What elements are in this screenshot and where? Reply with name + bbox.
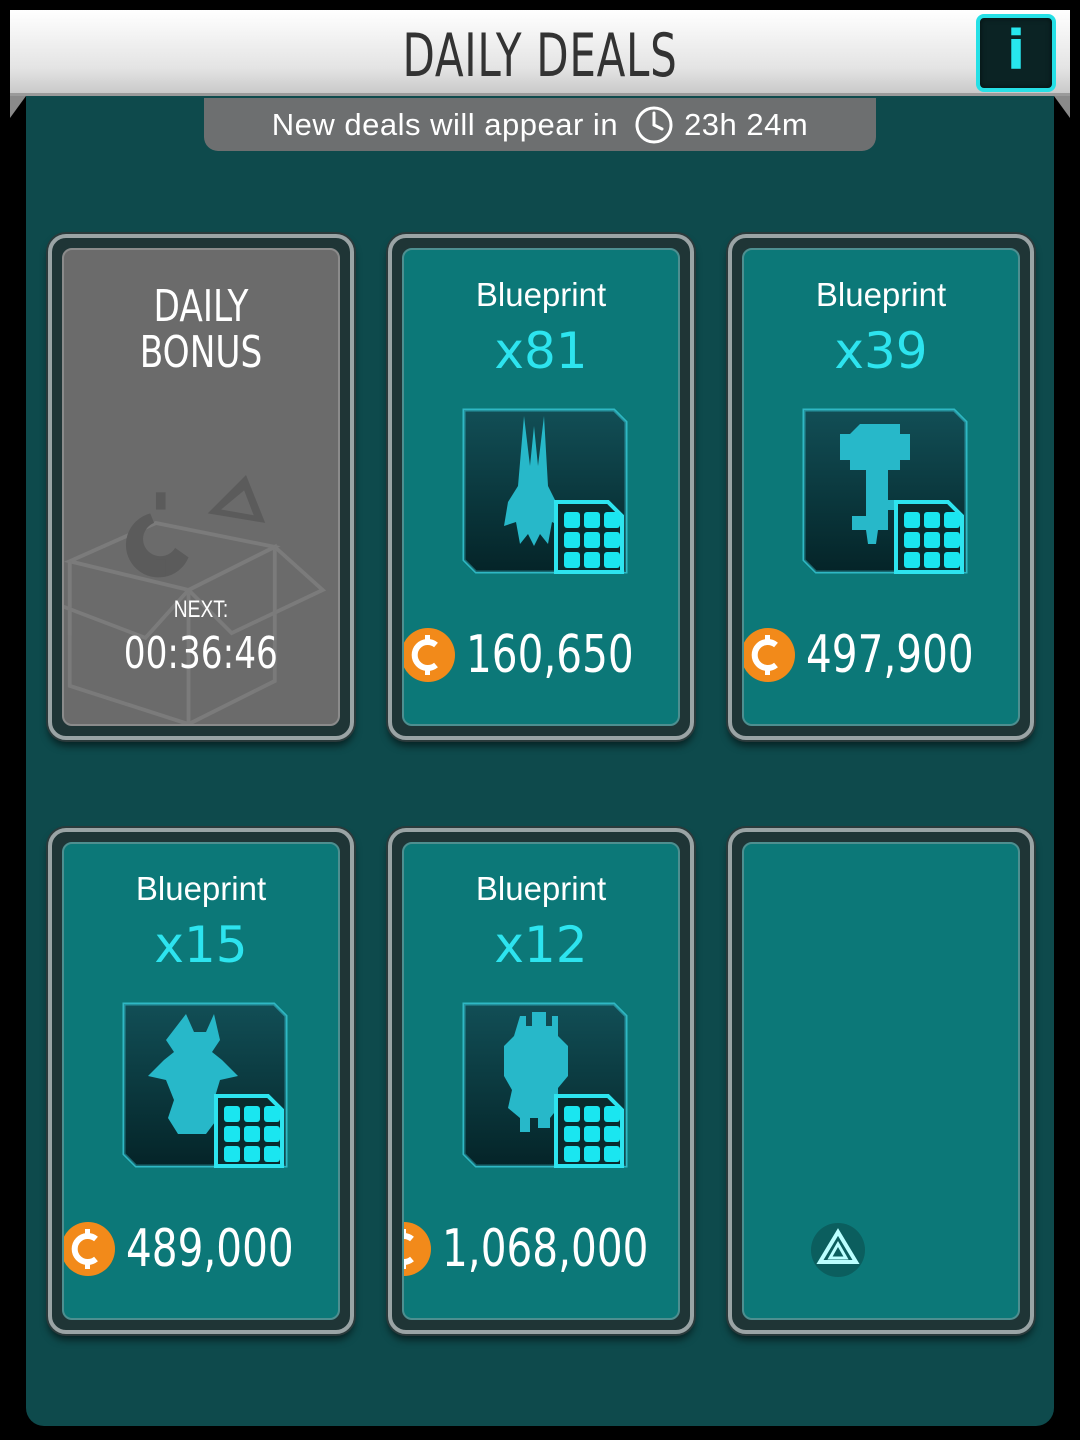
deal-card[interactable]: Blueprint x39 497,900: [728, 234, 1034, 740]
daily-bonus-countdown: 00:36:46: [123, 628, 279, 679]
blueprint-grid-icon: [554, 1094, 624, 1168]
deal-card[interactable]: Blueprint x15 489,000: [48, 828, 354, 1334]
page-title: DAILY DEALS: [402, 21, 678, 91]
deal-quantity: x39: [834, 322, 928, 380]
daily-bonus-card[interactable]: DAILY BONUS NEXT: 00:36:46: [48, 234, 354, 740]
clock-icon: [635, 106, 673, 143]
empty-deal-slot: [728, 828, 1034, 1334]
blueprint-icon: [122, 1002, 288, 1168]
daily-bonus-title: DAILY BONUS: [64, 284, 338, 376]
deal-card-inner: Blueprint x12 1,068,000: [402, 842, 680, 1320]
deal-card[interactable]: Blueprint x81 160,650: [388, 234, 694, 740]
blueprint-grid-icon: [214, 1094, 284, 1168]
blueprint-icon: [462, 408, 628, 574]
empty-deal-slot-inner: [742, 842, 1020, 1320]
blueprint-grid-icon: [554, 500, 624, 574]
deal-price-value: 489,000: [126, 1219, 295, 1279]
deal-quantity: x12: [494, 916, 588, 974]
header-corner-left: [10, 96, 26, 118]
deal-item-label: Blueprint: [475, 276, 607, 313]
credits-coin-icon: [404, 1222, 431, 1276]
deal-price-value: 497,900: [806, 625, 975, 685]
deal-card-inner: Blueprint x15 489,000: [62, 842, 340, 1320]
deal-price-value: 1,068,000: [441, 1219, 649, 1279]
refresh-timer-bar: New deals will appear in 23h 24m: [204, 98, 876, 151]
deal-price: 160,650: [404, 624, 678, 686]
header-corner-right: [1054, 96, 1070, 118]
deal-item-label: Blueprint: [815, 276, 947, 313]
daily-bonus-title-line1: DAILY: [153, 281, 249, 332]
deal-card-inner: Blueprint x39 497,900: [742, 248, 1020, 726]
credits-coin-icon: [744, 628, 796, 682]
header-bar: DAILY DEALS: [10, 10, 1070, 96]
deal-price: 497,900: [744, 624, 1018, 686]
refresh-timer-remaining: 23h 24m: [684, 106, 809, 142]
deal-quantity: x81: [494, 322, 588, 380]
gift-box-icon: [64, 475, 327, 724]
blueprint-icon: [462, 1002, 628, 1168]
credits-coin-icon: [64, 1222, 116, 1276]
deal-item-label: Blueprint: [475, 870, 607, 907]
deal-price: 489,000: [64, 1218, 338, 1280]
deal-price: 1,068,000: [404, 1218, 678, 1280]
deal-item-label: Blueprint: [135, 870, 267, 907]
deal-quantity: x15: [154, 916, 248, 974]
daily-bonus-next-label: NEXT:: [173, 596, 229, 623]
daily-bonus-title-line2: BONUS: [139, 327, 263, 378]
blueprint-icon: [802, 408, 968, 574]
triangle-logo-icon: [811, 1223, 865, 1277]
daily-bonus-card-inner: DAILY BONUS NEXT: 00:36:46: [62, 248, 340, 726]
info-button[interactable]: i: [976, 14, 1056, 92]
deal-price-value: 160,650: [466, 625, 635, 685]
deal-card[interactable]: Blueprint x12 1,068,000: [388, 828, 694, 1334]
blueprint-grid-icon: [894, 500, 964, 574]
refresh-timer-text: New deals will appear in: [271, 106, 619, 142]
deal-card-inner: Blueprint x81 160,650: [402, 248, 680, 726]
credits-coin-icon: [404, 628, 456, 682]
